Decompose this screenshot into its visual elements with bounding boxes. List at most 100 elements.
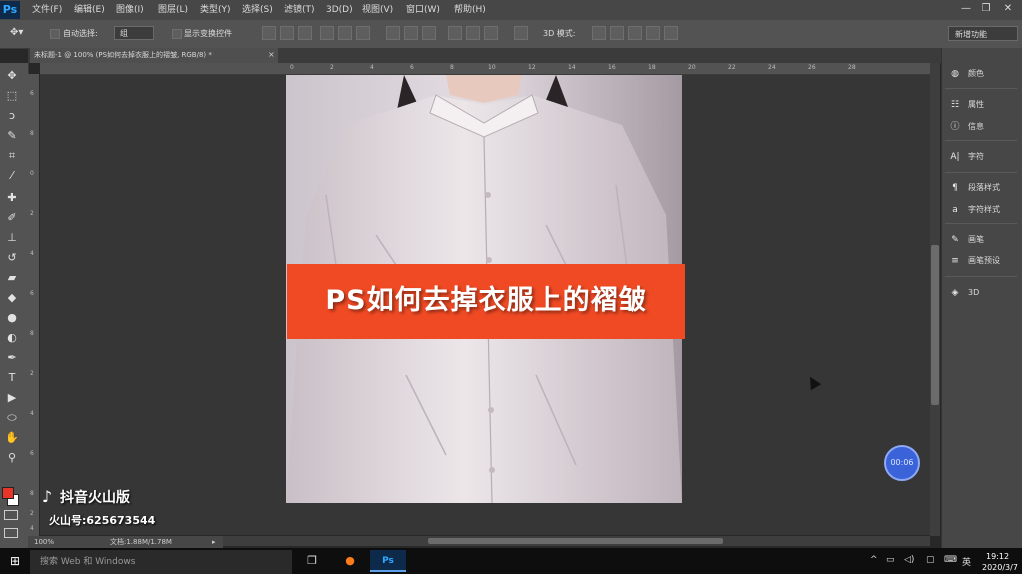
- vertical-scroll-thumb[interactable]: [931, 245, 939, 405]
- 3d-drag-icon[interactable]: [628, 26, 642, 40]
- dodge-tool-icon[interactable]: ◐: [4, 330, 20, 346]
- panel-properties[interactable]: ☷ 属性: [948, 98, 984, 112]
- auto-select-checkbox[interactable]: [50, 29, 60, 39]
- network-icon[interactable]: ▭: [886, 555, 895, 565]
- panel-brush-presets[interactable]: ≡ 画笔预设: [948, 254, 1000, 268]
- 3d-rotate-icon[interactable]: [592, 26, 606, 40]
- move-tool-preset-icon[interactable]: ✥▾: [10, 27, 23, 38]
- ruler-tick: 12: [528, 64, 536, 71]
- input-method-indicator[interactable]: 英: [962, 555, 971, 568]
- zoom-level[interactable]: 100%: [34, 536, 54, 548]
- menu-image[interactable]: 图像(I): [116, 0, 144, 20]
- eraser-tool-icon[interactable]: ▰: [4, 270, 20, 286]
- tray-chevron-icon[interactable]: ^: [870, 555, 878, 565]
- panel-paragraph-styles[interactable]: ¶ 段落样式: [948, 181, 1000, 195]
- firefox-icon[interactable]: ●: [332, 550, 368, 572]
- 3d-roll-icon[interactable]: [610, 26, 624, 40]
- panel-info[interactable]: ⓘ 信息: [948, 120, 984, 134]
- ruler-tick: 2: [30, 370, 34, 377]
- panel-3d[interactable]: ◈ 3D: [948, 286, 980, 300]
- minimize-button[interactable]: —: [956, 2, 976, 16]
- windows-start-icon[interactable]: ⊞: [0, 548, 30, 574]
- panel-character-styles[interactable]: a 字符样式: [948, 203, 1000, 217]
- panel-color[interactable]: ◍ 颜色: [948, 67, 984, 81]
- distribute-hcenter-icon[interactable]: [466, 26, 480, 40]
- align-right-icon[interactable]: [356, 26, 370, 40]
- path-select-tool-icon[interactable]: ▶: [4, 390, 20, 406]
- brush-tool-icon[interactable]: ✐: [4, 210, 20, 226]
- restore-button[interactable]: ❐: [976, 2, 996, 16]
- menu-help[interactable]: 帮助(H): [454, 0, 486, 20]
- task-view-icon[interactable]: ❐: [294, 550, 330, 572]
- align-top-icon[interactable]: [262, 26, 276, 40]
- 3d-cube-icon: ◈: [951, 288, 959, 298]
- distribute-top-icon[interactable]: [386, 26, 400, 40]
- taskbar-clock-date[interactable]: 2020/3/7: [982, 563, 1018, 572]
- hand-tool-icon[interactable]: ✋: [4, 430, 20, 446]
- paint-bucket-tool-icon[interactable]: ◆: [4, 290, 20, 306]
- auto-select-label: 自动选择:: [63, 29, 98, 38]
- healing-brush-tool-icon[interactable]: ✚: [4, 190, 20, 206]
- menu-layer[interactable]: 图层(L): [158, 0, 188, 20]
- ruler-tick: 8: [30, 330, 34, 337]
- align-bottom-icon[interactable]: [298, 26, 312, 40]
- align-vcenter-icon[interactable]: [280, 26, 294, 40]
- blur-tool-icon[interactable]: ●: [4, 310, 20, 326]
- ruler-tick: 8: [30, 130, 34, 137]
- panel-label: 信息: [968, 122, 984, 131]
- eyedropper-tool-icon[interactable]: ⁄: [4, 168, 20, 184]
- distribute-left-icon[interactable]: [448, 26, 462, 40]
- tab-close-icon[interactable]: ×: [268, 50, 275, 59]
- clone-stamp-tool-icon[interactable]: ⊥: [4, 230, 20, 246]
- volume-icon[interactable]: ◁): [904, 555, 914, 565]
- notification-icon[interactable]: ▢: [926, 555, 935, 565]
- pen-tool-icon[interactable]: ✒: [4, 350, 20, 366]
- panel-label: 3D: [968, 288, 980, 297]
- move-tool-icon[interactable]: ✥: [4, 68, 20, 84]
- history-brush-tool-icon[interactable]: ↺: [4, 250, 20, 266]
- auto-align-icon[interactable]: [514, 26, 528, 40]
- align-left-icon[interactable]: [320, 26, 334, 40]
- type-tool-icon[interactable]: T: [4, 370, 20, 386]
- taskbar-clock-time[interactable]: 19:12: [986, 552, 1009, 561]
- distribute-right-icon[interactable]: [484, 26, 498, 40]
- lasso-tool-icon[interactable]: ↄ: [4, 108, 20, 124]
- auto-select-dropdown[interactable]: 组: [114, 26, 154, 40]
- panel-brush[interactable]: ✎ 画笔: [948, 233, 984, 247]
- ellipse-tool-icon[interactable]: ⬭: [4, 410, 20, 426]
- panel-character[interactable]: A| 字符: [948, 150, 984, 164]
- document-tab[interactable]: 未标题-1 @ 100% (PS如何去掉衣服上的褶皱, RGB/8) *: [30, 48, 278, 63]
- close-button[interactable]: ✕: [998, 2, 1018, 16]
- menu-bar: [0, 0, 1022, 20]
- marquee-tool-icon[interactable]: ⬚: [4, 88, 20, 104]
- 3d-slide-icon[interactable]: [646, 26, 660, 40]
- distribute-vcenter-icon[interactable]: [404, 26, 418, 40]
- photoshop-taskbar-icon[interactable]: Ps: [370, 550, 406, 572]
- menu-3d[interactable]: 3D(D): [326, 0, 353, 20]
- menu-edit[interactable]: 编辑(E): [74, 0, 105, 20]
- ruler-tick: 2: [30, 210, 34, 217]
- quick-mask-icon[interactable]: [4, 510, 18, 520]
- menu-file[interactable]: 文件(F): [32, 0, 62, 20]
- photoshop-logo[interactable]: Ps: [0, 1, 20, 19]
- menu-window[interactable]: 窗口(W): [406, 0, 440, 20]
- foreground-color-swatch[interactable]: [2, 487, 14, 499]
- zoom-tool-icon[interactable]: ⚲: [4, 450, 20, 466]
- menu-type[interactable]: 类型(Y): [200, 0, 231, 20]
- distribute-bottom-icon[interactable]: [422, 26, 436, 40]
- align-hcenter-icon[interactable]: [338, 26, 352, 40]
- workspace-dropdown[interactable]: 新增功能: [948, 26, 1018, 41]
- menu-view[interactable]: 视图(V): [362, 0, 393, 20]
- horizontal-scroll-thumb[interactable]: [428, 538, 723, 544]
- panel-divider: [945, 88, 1017, 89]
- 3d-scale-icon[interactable]: [664, 26, 678, 40]
- show-transform-checkbox[interactable]: [172, 29, 182, 39]
- quick-select-tool-icon[interactable]: ✎: [4, 128, 20, 144]
- crop-tool-icon[interactable]: ⌗: [4, 148, 20, 164]
- screen-mode-icon[interactable]: [4, 528, 18, 538]
- menu-select[interactable]: 选择(S): [242, 0, 273, 20]
- taskbar-search-box[interactable]: 搜索 Web 和 Windows: [30, 550, 292, 574]
- keyboard-icon[interactable]: ⌨: [944, 555, 957, 565]
- menu-filter[interactable]: 滤镜(T): [284, 0, 315, 20]
- status-menu-arrow-icon[interactable]: ▸: [212, 536, 216, 548]
